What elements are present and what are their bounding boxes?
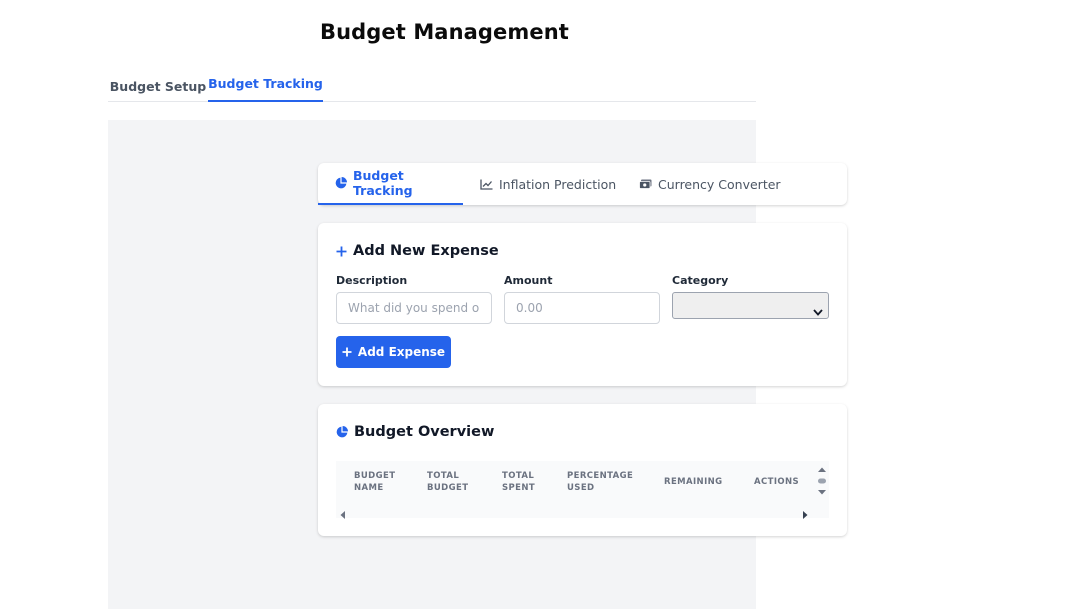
tab-budget-setup[interactable]: Budget Setup <box>108 68 208 102</box>
description-input[interactable] <box>336 292 492 324</box>
column-header-actions: Actions <box>754 477 800 487</box>
add-expense-title: Add New Expense <box>353 243 499 259</box>
description-label: Description <box>336 274 408 287</box>
pie-chart-icon <box>336 426 348 438</box>
column-header-total-spent: Total Spent <box>502 471 536 493</box>
scroll-left-arrow-icon[interactable] <box>339 505 347 524</box>
column-header-budget-name: Budget Name <box>354 471 396 493</box>
subtab-label: Inflation Prediction <box>499 176 617 192</box>
page-title: Budget Management <box>320 20 569 44</box>
budget-overview-title: Budget Overview <box>354 424 495 440</box>
add-expense-button-label: Add Expense <box>357 345 446 359</box>
subtab-inflation-prediction[interactable]: Inflation Prediction <box>480 163 620 205</box>
plus-icon <box>342 347 352 357</box>
subtab-budget-tracking[interactable]: Budget Tracking <box>318 163 463 205</box>
amount-label: Amount <box>504 274 553 287</box>
pie-chart-icon <box>335 177 347 189</box>
line-chart-icon <box>480 179 493 190</box>
add-expense-button[interactable]: Add Expense <box>336 336 451 368</box>
column-header-percentage-used: Percentage Used <box>567 471 634 493</box>
vertical-scrollbar[interactable] <box>815 464 829 498</box>
main-tabs: Budget Setup Budget Tracking <box>108 68 756 102</box>
add-expense-card: Add New Expense Description Amount Categ… <box>318 223 847 386</box>
subtab-currency-converter[interactable]: Currency Converter <box>639 163 799 205</box>
budget-overview-card: Budget Overview Budget Name Total Budget… <box>318 404 847 536</box>
amount-input[interactable] <box>504 292 660 324</box>
column-header-remaining: Remaining <box>664 477 723 487</box>
category-label: Category <box>672 274 729 287</box>
column-header-total-budget: Total Budget <box>427 471 469 493</box>
plus-icon <box>336 246 347 257</box>
subtab-label: Budget Tracking <box>353 168 413 198</box>
add-expense-heading: Add New Expense <box>336 243 499 259</box>
scroll-right-arrow-icon[interactable] <box>801 505 809 524</box>
budget-overview-heading: Budget Overview <box>336 424 494 440</box>
money-bill-icon <box>639 179 652 189</box>
sub-tab-bar: Budget Tracking Inflation Prediction Cur… <box>318 163 847 205</box>
category-select[interactable] <box>672 292 829 319</box>
subtab-label: Currency Converter <box>658 176 781 192</box>
tab-budget-tracking[interactable]: Budget Tracking <box>208 68 323 102</box>
chevron-down-icon <box>813 301 823 320</box>
budget-table[interactable]: Budget Name Total Budget Total Spent Per… <box>336 461 829 519</box>
